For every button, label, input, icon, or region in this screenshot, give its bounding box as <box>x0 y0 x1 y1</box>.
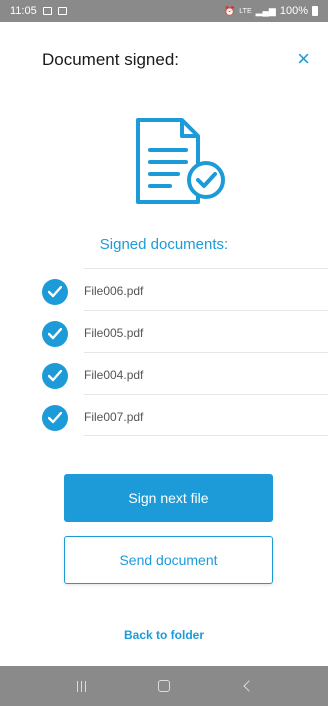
check-circle-icon <box>42 321 68 347</box>
recent-apps-icon <box>76 680 86 692</box>
file-name: File005.pdf <box>84 326 144 340</box>
gallery-icon <box>42 7 52 15</box>
home-button[interactable] <box>144 666 184 706</box>
back-icon <box>242 680 255 692</box>
divider <box>84 268 328 269</box>
signed-documents-heading: Signed documents: <box>99 236 229 253</box>
file-name: File007.pdf <box>84 410 144 424</box>
divider <box>84 435 328 436</box>
navigation-bar <box>0 666 328 706</box>
file-name: File006.pdf <box>84 284 144 298</box>
divider <box>84 394 328 395</box>
divider <box>84 352 328 353</box>
status-right: ⏰ LTE ▂▄▆ 100% <box>224 5 318 17</box>
list-item: File005.pdf <box>0 310 328 352</box>
close-icon[interactable]: × <box>297 47 310 71</box>
status-time: 11:05 <box>10 5 37 17</box>
clipboard-icon <box>57 7 67 15</box>
sign-next-file-button[interactable]: Sign next file <box>64 474 273 522</box>
signed-files-list: File006.pdf File005.pdf File004.pdf File… <box>0 268 328 436</box>
divider <box>84 310 328 311</box>
header: Document signed: × <box>0 47 328 74</box>
back-button[interactable] <box>227 666 267 706</box>
status-bar: 11:05 ⏰ LTE ▂▄▆ 100% <box>0 0 328 22</box>
status-left: 11:05 <box>10 5 67 17</box>
lte-signal-icon: LTE <box>239 7 252 15</box>
check-circle-icon <box>42 279 68 305</box>
page-title: Document signed: <box>42 50 180 69</box>
home-icon <box>157 680 170 692</box>
back-to-folder-link[interactable]: Back to folder <box>0 628 328 642</box>
battery-percentage: 100% <box>279 5 308 17</box>
file-name: File004.pdf <box>84 368 144 382</box>
signal-icon: ▂▄▆ <box>255 5 276 16</box>
list-item: File006.pdf <box>0 268 328 310</box>
send-document-button[interactable]: Send document <box>64 536 273 584</box>
list-item: File007.pdf <box>0 394 328 436</box>
battery-icon <box>312 6 318 16</box>
list-item: File004.pdf <box>0 352 328 394</box>
alarm-icon: ⏰ <box>224 5 236 16</box>
signed-document-icon <box>136 118 225 204</box>
check-circle-icon <box>42 363 68 389</box>
recent-apps-button[interactable] <box>61 666 101 706</box>
check-circle-icon <box>42 405 68 431</box>
